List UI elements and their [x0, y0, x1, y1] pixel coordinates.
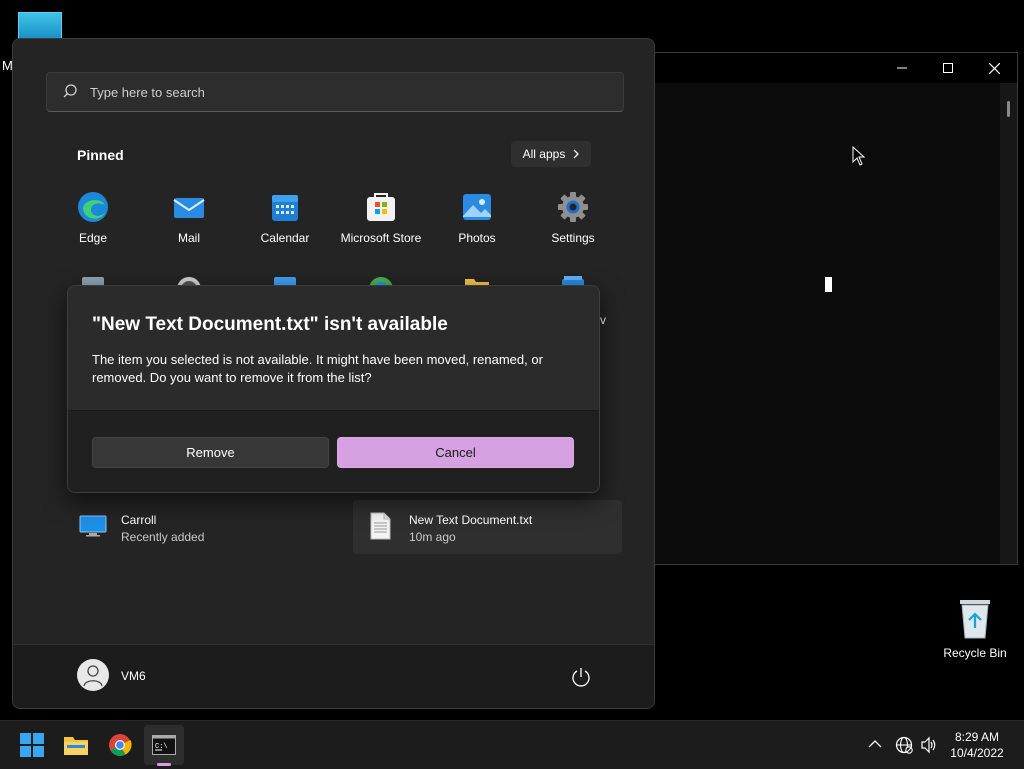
desktop-shortcut-icon[interactable]: [18, 12, 62, 40]
console-scroll-thumb[interactable]: [1007, 101, 1010, 117]
app-label: Mail: [177, 231, 200, 245]
app-label: Calendar: [260, 231, 310, 245]
document-icon: [370, 512, 391, 540]
user-avatar[interactable]: [77, 659, 109, 691]
dialog-footer: Remove Cancel: [68, 410, 599, 492]
chrome-icon: [109, 734, 132, 756]
app-label: Edge: [78, 231, 108, 245]
minimize-button[interactable]: [879, 53, 925, 83]
calendar-icon: [269, 191, 301, 223]
search-input[interactable]: [90, 73, 590, 111]
maximize-icon: [943, 63, 953, 73]
photos-icon: [461, 191, 493, 223]
close-button[interactable]: [971, 53, 1017, 83]
pinned-title: Pinned: [77, 147, 124, 163]
all-apps-label: All apps: [522, 147, 566, 161]
taskbar-command-prompt[interactable]: C:\: [144, 725, 184, 765]
windows-logo-icon: [20, 733, 44, 757]
pinned-app-settings[interactable]: Settings: [525, 191, 621, 255]
taskbar: C:\ 8:29 AM 10/4/2022: [0, 720, 1024, 769]
dialog-message: The item you selected is not available. …: [92, 352, 543, 385]
search-icon: [63, 84, 77, 98]
chevron-right-icon: [573, 149, 580, 159]
user-icon: [83, 665, 103, 687]
app-label: Settings: [551, 231, 595, 245]
mail-icon: [173, 191, 205, 223]
pinned-app-calendar[interactable]: Calendar: [237, 191, 333, 255]
start-button[interactable]: [12, 725, 52, 765]
monitor-icon: [79, 515, 107, 537]
clock-date: 10/4/2022: [950, 746, 1004, 760]
close-icon: [988, 62, 1000, 74]
active-app-indicator: [157, 763, 171, 766]
app-label: Microsoft Store: [340, 231, 422, 245]
all-apps-button[interactable]: All apps: [511, 141, 591, 167]
chevron-up-icon[interactable]: [868, 737, 882, 751]
dialog-title: "New Text Document.txt" isn't available: [92, 314, 448, 335]
pinned-app-partial-label: v: [600, 313, 606, 327]
recommended-item-sub: 10m ago: [409, 530, 456, 544]
recommended-item-carroll[interactable]: Carroll Recently added: [65, 500, 335, 554]
power-icon: [572, 668, 590, 687]
recommended-item-text-document[interactable]: New Text Document.txt 10m ago: [353, 500, 622, 554]
recommended-item-name: New Text Document.txt: [409, 513, 533, 527]
volume-icon[interactable]: [920, 736, 938, 754]
cancel-button[interactable]: Cancel: [337, 437, 574, 468]
settings-icon: [557, 191, 589, 223]
pinned-app-microsoft-store[interactable]: Microsoft Store: [333, 191, 429, 255]
recycle-bin-icon: [957, 598, 993, 640]
recycle-bin[interactable]: Recycle Bin: [940, 596, 1010, 660]
power-button[interactable]: [569, 665, 593, 689]
system-clock[interactable]: 8:29 AM 10/4/2022: [944, 729, 1010, 761]
console-titlebar[interactable]: [601, 53, 1017, 83]
folder-icon: [64, 737, 88, 755]
console-cursor: [825, 277, 832, 292]
pinned-app-photos[interactable]: Photos: [429, 191, 525, 255]
store-icon: [365, 191, 397, 223]
recycle-bin-label: Recycle Bin: [943, 646, 1007, 660]
item-unavailable-dialog: "New Text Document.txt" isn't available …: [67, 285, 600, 493]
remove-button[interactable]: Remove: [92, 437, 329, 468]
minimize-icon: [897, 67, 907, 69]
clock-time: 8:29 AM: [954, 730, 1000, 744]
console-window[interactable]: [600, 52, 1018, 565]
pinned-app-edge[interactable]: Edge: [45, 191, 141, 255]
taskbar-chrome[interactable]: [100, 725, 140, 765]
user-name[interactable]: VM6: [121, 669, 146, 683]
recommended-item-name: Carroll: [121, 513, 157, 527]
app-label: Photos: [458, 231, 496, 245]
edge-icon: [77, 191, 109, 223]
maximize-button[interactable]: [925, 53, 971, 83]
console-scrollbar[interactable]: [1000, 83, 1017, 564]
network-globe-icon[interactable]: [895, 736, 913, 754]
start-footer: VM6: [13, 644, 654, 708]
mouse-pointer-icon: [852, 146, 866, 166]
search-box[interactable]: [46, 72, 624, 112]
pinned-app-mail[interactable]: Mail: [141, 191, 237, 255]
taskbar-file-explorer[interactable]: [56, 725, 96, 765]
terminal-icon: C:\: [152, 735, 176, 755]
recommended-item-sub: Recently added: [121, 530, 205, 544]
